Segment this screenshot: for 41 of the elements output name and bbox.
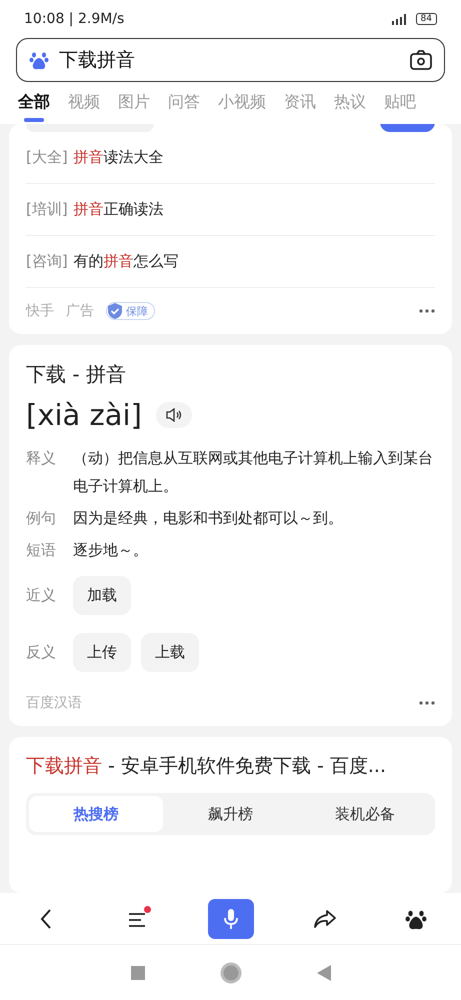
ad-label: 广告 [66,302,94,320]
ad-link[interactable]: [咨询] 有的拼音怎么写 [26,236,435,288]
share-icon [312,908,336,928]
ad-link[interactable]: [培训] 拼音正确读法 [26,184,435,236]
result-title[interactable]: 下载拼音 - 安卓手机软件免费下载 - 百度... [26,737,435,793]
field-label: 短语 [26,540,57,561]
voice-button[interactable] [208,898,254,938]
more-icon[interactable] [419,701,435,705]
battery-level: 84 [416,13,437,25]
guarantee-badge: 保障 [106,302,155,320]
field-text: 逐步地～。 [73,540,149,561]
speaker-icon [166,408,182,422]
field-label: 释义 [26,448,57,469]
pinyin-text: [xià zài] [26,398,142,432]
source-label: 百度汉语 [26,694,82,712]
ranking-tab[interactable]: 热搜榜 [29,796,164,832]
status-time: 10:08 | 2.9M/s [24,11,124,27]
back-triangle-icon[interactable] [316,964,330,980]
more-icon[interactable] [419,309,435,313]
field-text: 因为是经典，电影和书到处都可以～到。 [73,508,344,529]
field-label: 反义 [26,643,57,662]
recents-button[interactable] [130,966,144,980]
microphone-icon [222,908,238,930]
field-label: 例句 [26,508,57,529]
dictionary-title: 下载 - 拼音 [26,361,127,388]
field-label: 近义 [26,586,57,605]
ranking-tab[interactable]: 装机必备 [298,796,432,832]
search-field[interactable]: 下载拼音 [16,38,445,82]
ranking-tab[interactable]: 飙升榜 [163,796,298,832]
source-label: 快手 [26,302,54,320]
paw-icon [29,50,49,70]
word-chip[interactable]: 上传 [73,633,131,672]
home-button[interactable] [220,962,242,984]
speaker-button[interactable] [156,402,192,428]
field-text: （动）把信息从互联网或其他电子计算机上输入到某台电子计算机上。 [73,448,434,497]
chevron-left-icon [38,908,52,930]
word-chip[interactable]: 加载 [73,576,131,615]
ad-link[interactable]: [大全] 拼音读法大全 [26,132,435,184]
camera-icon[interactable] [410,50,432,70]
word-chip[interactable]: 上载 [141,633,199,672]
category-tab[interactable]: 全部 [18,88,50,124]
